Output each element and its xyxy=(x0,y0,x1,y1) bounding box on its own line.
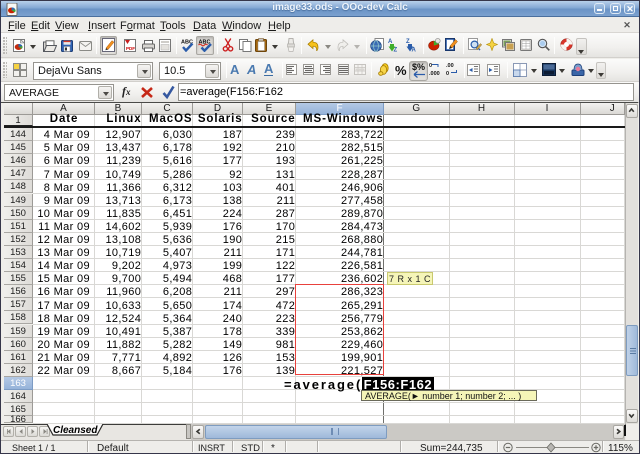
svg-text:Cleansed: Cleansed xyxy=(53,425,98,436)
svg-text:.000: .000 xyxy=(429,71,440,77)
svg-text:$%: $% xyxy=(412,62,425,72)
svg-text:.00: .00 xyxy=(446,63,454,69)
svg-text:0: 0 xyxy=(446,71,449,77)
svg-text:PDF: PDF xyxy=(126,46,135,51)
svg-text:0: 0 xyxy=(429,63,432,69)
